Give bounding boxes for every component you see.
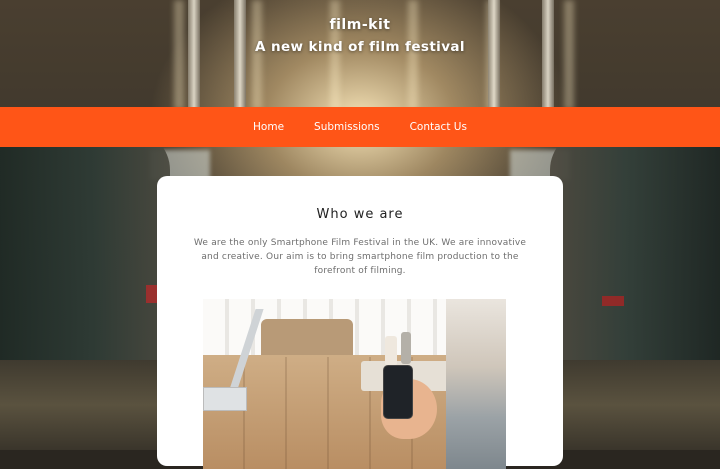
nav-link-contact-us[interactable]: Contact Us: [395, 121, 482, 133]
photo-chair: [261, 319, 353, 355]
nav-link-home[interactable]: Home: [238, 121, 299, 133]
photo-person: [446, 299, 506, 469]
section-description: We are the only Smartphone Film Festival…: [193, 238, 527, 276]
photo-salt-shaker: [385, 336, 397, 366]
site-tagline: A new kind of film festival: [255, 39, 465, 55]
site-header: film-kit A new kind of film festival: [0, 14, 720, 58]
photo-laptop: [203, 309, 273, 411]
main-navigation: Home Submissions Contact Us: [0, 107, 720, 147]
smartphone-photo: [203, 299, 506, 469]
photo-smartphone: [383, 365, 413, 419]
laptop-keyboard: [203, 387, 247, 411]
site-brand[interactable]: film-kit: [0, 14, 720, 36]
laptop-screen: [226, 309, 264, 399]
train-seat-left: [0, 130, 170, 370]
section-title: Who we are: [316, 207, 404, 222]
seat-accent: [602, 296, 624, 306]
photo-pepper-shaker: [401, 332, 411, 364]
about-card: Who we are We are the only Smartphone Fi…: [157, 176, 563, 469]
train-seat-right: [550, 130, 720, 370]
nav-link-submissions[interactable]: Submissions: [299, 121, 395, 133]
